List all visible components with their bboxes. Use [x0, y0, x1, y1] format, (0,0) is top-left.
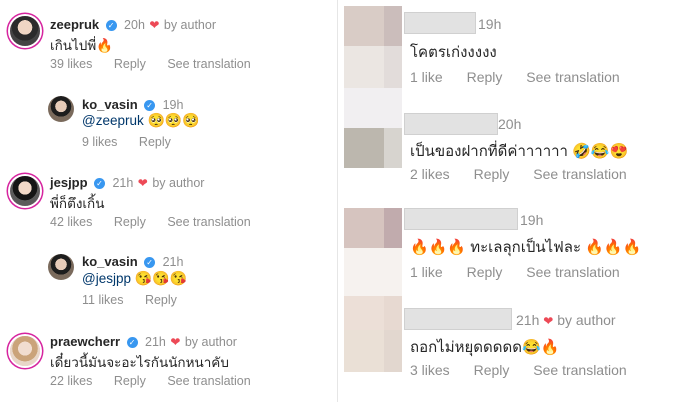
avatar[interactable] [48, 96, 74, 122]
likes-count[interactable]: 22 likes [50, 374, 92, 388]
redacted-username [404, 308, 512, 330]
comment-zeepruk: zeepruk ✓ 20h ❤ by author เกินไปพี่🔥 39 … [0, 0, 338, 80]
verified-badge-icon: ✓ [94, 178, 106, 189]
see-translation-button[interactable]: See translation [167, 215, 250, 229]
redacted-username [404, 12, 476, 34]
comment-praewcherr: praewcherr ✓ 21h ❤ by author เดี๋ยวนี้มั… [0, 330, 338, 402]
avatar[interactable] [10, 176, 40, 206]
likes-count[interactable]: 11 likes [82, 293, 123, 307]
reply-ko-vasin-1: ko_vasin ✓ 19h @zeepruk 🥺🥺🥺 9 likes Repl… [0, 90, 338, 160]
blurred-avatar [384, 208, 402, 248]
reply-button[interactable]: Reply [114, 374, 146, 388]
timestamp: 21h [145, 335, 166, 349]
avatar[interactable] [10, 336, 40, 366]
mention-link[interactable]: @jesjpp [82, 271, 131, 286]
blurred-avatar [384, 128, 402, 168]
username[interactable]: ko_vasin [82, 97, 138, 112]
reply-button[interactable]: Reply [474, 166, 510, 182]
by-author-label: by author [152, 176, 205, 190]
see-translation-button[interactable]: See translation [526, 264, 619, 280]
blurred-avatar [344, 208, 384, 248]
reply-button[interactable]: Reply [139, 135, 171, 149]
emoji-text: 🥺🥺🥺 [147, 112, 200, 128]
timestamp: 21h [162, 255, 184, 269]
reply-button[interactable]: Reply [467, 264, 503, 280]
see-translation-button[interactable]: See translation [526, 69, 619, 85]
likes-count[interactable]: 39 likes [50, 57, 92, 71]
blurred-avatar [344, 330, 384, 372]
blurred-avatar [344, 46, 384, 88]
likes-count[interactable]: 3 likes [410, 362, 450, 378]
likes-count[interactable]: 1 like [410, 69, 443, 85]
heart-filled-icon: ❤ [137, 176, 148, 190]
timestamp: 21h [112, 176, 134, 190]
blurred-avatar [384, 296, 402, 330]
comment-jesjpp: jesjpp ✓ 21h ❤ by author พี่ก็ตึงเกิ้น 4… [0, 172, 338, 242]
redacted-username [404, 208, 518, 230]
likes-count[interactable]: 1 like [410, 264, 443, 280]
username[interactable]: praewcherr [50, 334, 120, 349]
comment-text: ถอกไม่หยุดดดดด😂🔥 [410, 339, 560, 356]
verified-badge-icon: ✓ [105, 20, 117, 31]
timestamp: 20h [498, 116, 522, 132]
see-translation-button[interactable]: See translation [533, 362, 626, 378]
comment-text: เกินไปพี่🔥 [50, 38, 114, 53]
verified-badge-icon: ✓ [144, 257, 156, 268]
verified-badge-icon: ✓ [144, 100, 156, 111]
comment-text: 🔥🔥🔥 ทะเลลุกเป็นไฟละ 🔥🔥🔥 [410, 239, 642, 256]
timestamp: 21h [516, 312, 540, 328]
reply-button[interactable]: Reply [145, 293, 177, 307]
timestamp: 19h [520, 212, 544, 228]
comment-text: เดี๋ยวนี้มันจะอะไรกันนักหนาคับ [50, 355, 229, 370]
by-author-label: by author [557, 312, 616, 328]
username[interactable]: jesjpp [50, 175, 88, 190]
mention-link[interactable]: @zeepruk [82, 113, 144, 128]
reply-ko-vasin-2: ko_vasin ✓ 21h @jesjpp 😘😘😘 11 likes Repl… [0, 250, 338, 320]
blurred-avatar [384, 46, 402, 88]
see-translation-button[interactable]: See translation [533, 166, 626, 182]
reply-button[interactable]: Reply [467, 69, 503, 85]
avatar[interactable] [48, 254, 74, 280]
blurred-avatar [384, 330, 402, 372]
by-author-label: by author [163, 18, 216, 32]
verified-badge-icon: ✓ [126, 337, 138, 348]
blurred-avatar [344, 248, 402, 296]
comment-text: โคตรเก่งงงงง [410, 44, 497, 61]
reply-button[interactable]: Reply [114, 57, 146, 71]
heart-filled-icon: ❤ [170, 335, 181, 349]
avatar[interactable] [10, 16, 40, 46]
blurred-avatar [344, 6, 384, 46]
comment-text: พี่ก็ตึงเกิ้น [50, 196, 105, 211]
see-translation-button[interactable]: See translation [167, 374, 250, 388]
reply-button[interactable]: Reply [114, 215, 146, 229]
blurred-avatar [344, 88, 402, 128]
blurred-avatar [344, 128, 384, 168]
emoji-text: 😘😘😘 [134, 270, 188, 286]
likes-count[interactable]: 2 likes [410, 166, 450, 182]
timestamp: 20h [124, 18, 145, 32]
blurred-avatar [384, 6, 402, 46]
redacted-username [404, 113, 498, 135]
see-translation-button[interactable]: See translation [167, 57, 250, 71]
likes-count[interactable]: 42 likes [50, 215, 92, 229]
by-author-label: by author [184, 335, 237, 349]
heart-filled-icon: ❤ [543, 314, 554, 328]
timestamp: 19h [162, 98, 184, 112]
heart-filled-icon: ❤ [149, 18, 160, 32]
likes-count[interactable]: 9 likes [82, 135, 117, 149]
username[interactable]: ko_vasin [82, 254, 138, 269]
blurred-avatar [344, 296, 384, 330]
left-comments-panel: zeepruk ✓ 20h ❤ by author เกินไปพี่🔥 39 … [0, 0, 338, 402]
comment-text: เป็นของฝากที่ดีค่าาาาาา 🤣😂😍 [410, 143, 629, 160]
timestamp: 19h [478, 16, 502, 32]
username[interactable]: zeepruk [50, 17, 99, 32]
reply-button[interactable]: Reply [474, 362, 510, 378]
right-comments-panel: ♡ ♡ ♡ ♡ ♡ 19h โคตรเก่งงงงง 1 like Reply … [338, 0, 700, 402]
